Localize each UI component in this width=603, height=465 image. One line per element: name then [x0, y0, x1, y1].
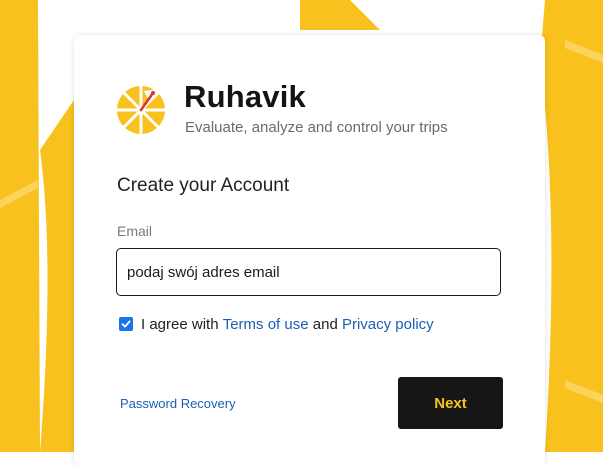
checkmark-icon [121, 320, 131, 328]
agree-row: I agree with Terms of use and Privacy po… [119, 314, 434, 334]
agree-checkbox[interactable] [119, 317, 133, 331]
email-field[interactable] [116, 248, 501, 296]
signup-card: Ruhavik Evaluate, analyze and control yo… [74, 35, 545, 465]
brand-name: Ruhavik [184, 79, 306, 114]
and-text: and [312, 315, 338, 333]
privacy-link[interactable]: Privacy policy [342, 316, 434, 333]
email-label: Email [117, 223, 153, 239]
agree-text: I agree with [141, 315, 219, 333]
brand-tagline: Evaluate, analyze and control your trips [185, 119, 448, 136]
next-button[interactable]: Next [398, 377, 503, 429]
page-title: Create your Account [117, 175, 290, 196]
pizza-slice-wheel-icon [117, 86, 165, 134]
password-recovery-link[interactable]: Password Recovery [120, 396, 236, 412]
terms-link[interactable]: Terms of use [223, 316, 309, 333]
